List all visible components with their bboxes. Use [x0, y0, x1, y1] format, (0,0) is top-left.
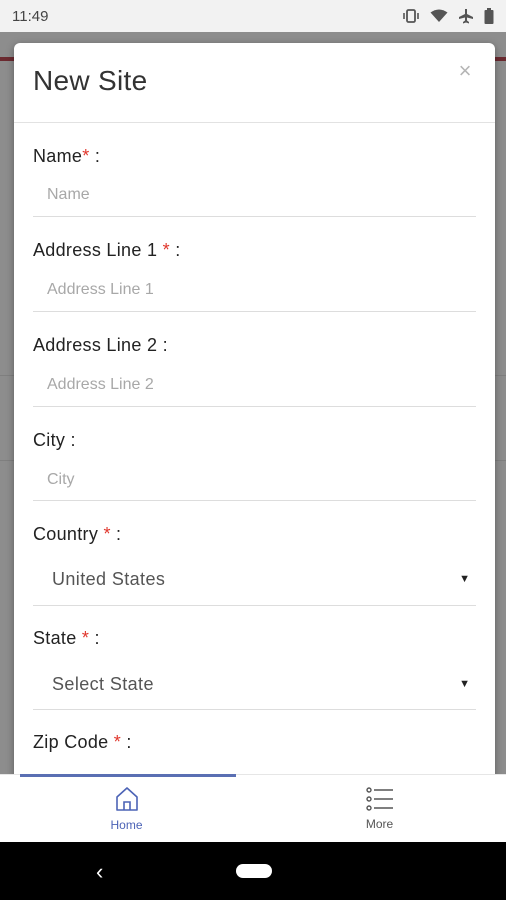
required-marker: * — [82, 146, 90, 166]
dropdown-caret-icon: ▼ — [459, 678, 470, 690]
name-input[interactable] — [33, 184, 476, 206]
new-site-modal: New Site × Name* : Address Line 1 * : Ad… — [14, 43, 495, 803]
address-line-2-field: Address Line 2 : — [33, 312, 476, 407]
city-field: City : — [33, 407, 476, 501]
modal-header: New Site × — [14, 43, 495, 123]
nav-item-more[interactable]: More — [253, 775, 506, 842]
address-line-2-label: Address Line 2 : — [33, 335, 168, 355]
required-marker: * — [162, 240, 170, 260]
new-site-form: Name* : Address Line 1 * : Address Line … — [14, 123, 495, 770]
airplane-mode-icon — [459, 9, 473, 24]
address-line-2-input[interactable] — [33, 374, 476, 396]
home-pill-button[interactable] — [236, 864, 272, 878]
address-line-1-label: Address Line 1 * : — [33, 240, 181, 260]
country-select[interactable]: United States ▼ — [33, 567, 476, 591]
bottom-navigation: Home More — [0, 774, 506, 842]
battery-icon — [484, 8, 494, 24]
country-select-value: United States — [52, 568, 166, 589]
state-select[interactable]: Select State ▼ — [33, 672, 476, 696]
country-field: Country * : United States ▼ — [33, 501, 476, 606]
status-icons — [402, 8, 494, 24]
status-bar: 11:49 — [0, 0, 506, 32]
status-time: 11:49 — [12, 7, 49, 25]
home-icon — [115, 786, 138, 811]
state-label: State * : — [33, 628, 100, 648]
nav-label-more: More — [365, 816, 394, 831]
modal-title: New Site — [33, 65, 148, 96]
system-navigation-bar: ‹ — [0, 842, 506, 900]
state-field: State * : Select State ▼ — [33, 606, 476, 710]
address-line-1-field: Address Line 1 * : — [33, 217, 476, 312]
country-label: Country * : — [33, 524, 122, 544]
name-field: Name* : — [33, 123, 476, 217]
zip-code-label: Zip Code * : — [33, 732, 132, 752]
zip-code-field: Zip Code * : — [33, 710, 476, 770]
city-input[interactable] — [33, 469, 476, 491]
address-line-1-input[interactable] — [33, 279, 476, 301]
dropdown-caret-icon: ▼ — [459, 573, 470, 585]
required-marker: * — [113, 732, 122, 752]
required-marker: * — [103, 524, 111, 544]
state-select-value: Select State — [52, 673, 154, 694]
nav-item-home[interactable]: Home — [0, 774, 253, 842]
list-icon — [365, 786, 393, 811]
back-icon[interactable]: ‹ — [96, 859, 103, 885]
vibrate-icon — [403, 9, 419, 23]
wifi-icon — [430, 9, 448, 22]
close-button[interactable]: × — [453, 59, 477, 83]
city-label: City : — [33, 430, 76, 450]
nav-label-home: Home — [110, 817, 143, 832]
name-label: Name* : — [33, 146, 101, 166]
